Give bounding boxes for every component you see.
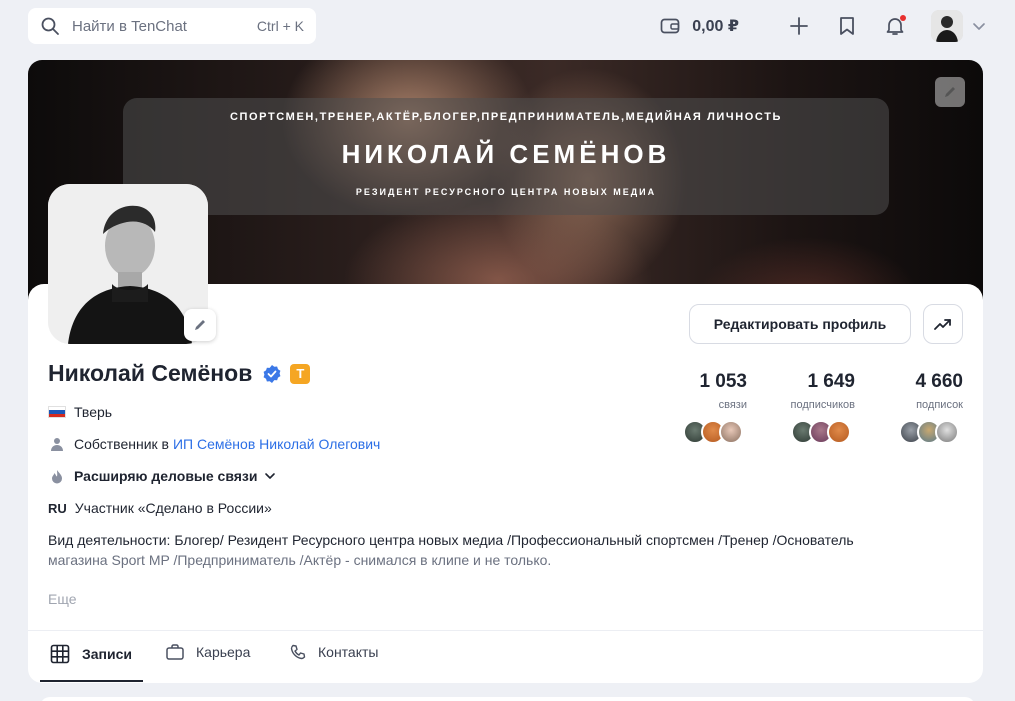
banner-name: НИКОЛАЙ СЕМЁНОВ	[341, 139, 671, 169]
stat-label: подписчиков	[790, 399, 855, 411]
stat-value: 1 649	[807, 371, 855, 392]
pencil-icon	[945, 87, 955, 97]
person-icon	[48, 437, 66, 451]
tab-label: Карьера	[196, 644, 251, 660]
search-shortcut: Ctrl + K	[256, 18, 304, 34]
avatar	[935, 420, 959, 444]
top-actions: 0,00 ₽	[660, 8, 987, 44]
chevron-down-icon[interactable]	[971, 18, 987, 34]
stat-following[interactable]: 4 660 подписок	[915, 371, 963, 411]
edit-avatar-button[interactable]	[184, 309, 216, 341]
description-main: Вид деятельности: Блогер/ Резидент Ресур…	[48, 532, 854, 548]
tenchat-badge: T	[290, 363, 311, 384]
notifications-button[interactable]	[883, 14, 907, 38]
russia-flag-icon	[48, 405, 66, 419]
avatar	[719, 420, 743, 444]
trending-up-icon	[934, 319, 951, 330]
city-row: Тверь	[48, 404, 112, 420]
bookmarks-button[interactable]	[835, 14, 859, 38]
ru-badge: RU	[48, 500, 67, 516]
cover-banner: СПОРТСМЕН,ТРЕНЕР,АКТЁР,БЛОГЕР,ПРЕДПРИНИМ…	[123, 98, 889, 215]
stat-label: связи	[718, 399, 747, 411]
role-label: Собственник в	[74, 436, 169, 452]
profile-name-row: Николай Семёнов T	[48, 360, 311, 387]
pencil-icon	[195, 320, 205, 330]
bookmark-icon	[840, 17, 854, 35]
tab-career[interactable]: Карьера	[166, 644, 250, 660]
stat-label: подписок	[916, 399, 963, 411]
stat-followers[interactable]: 1 649 подписчиков	[790, 371, 855, 411]
stats-button[interactable]	[923, 304, 963, 344]
user-avatar[interactable]	[931, 10, 963, 42]
profile-name: Николай Семёнов	[48, 360, 253, 386]
flame-icon	[48, 469, 66, 483]
search-icon	[41, 17, 59, 35]
search-input[interactable]: Найти в TenChat Ctrl + K	[28, 8, 316, 44]
wallet-amount: 0,00 ₽	[692, 18, 739, 35]
notification-dot	[900, 15, 906, 21]
tab-label: Записи	[82, 646, 133, 662]
followers-avatars[interactable]	[791, 420, 851, 444]
goal-row[interactable]: Расширяю деловые связи	[48, 468, 276, 484]
stat-value: 4 660	[915, 371, 963, 392]
role-row: Собственник в ИП Семёнов Николай Олегови…	[48, 436, 380, 452]
stat-value: 1 053	[699, 371, 747, 392]
content-area-edge	[40, 697, 975, 701]
description-fade: магазина Sport MP /Предприниматель /Актё…	[48, 552, 552, 568]
create-button[interactable]	[787, 14, 811, 38]
briefcase-icon	[166, 644, 184, 660]
tabs-divider	[28, 630, 983, 631]
active-tab-indicator	[40, 680, 143, 682]
following-avatars[interactable]	[899, 420, 959, 444]
search-placeholder: Найти в TenChat	[72, 17, 187, 35]
tab-posts[interactable]: Записи	[50, 644, 132, 664]
profile-description: Вид деятельности: Блогер/ Резидент Ресур…	[48, 530, 928, 570]
connections-avatars[interactable]	[683, 420, 743, 444]
chevron-down-icon	[264, 473, 275, 479]
wallet-icon	[660, 18, 680, 34]
participant-label: Участник «Сделано в России»	[74, 500, 272, 516]
participant-row: RU Участник «Сделано в России»	[48, 500, 272, 516]
avatar	[827, 420, 851, 444]
tab-label: Контакты	[318, 644, 379, 660]
wallet-button[interactable]: 0,00 ₽	[660, 16, 739, 36]
verified-icon	[263, 364, 281, 383]
banner-subline: РЕЗИДЕНТ РЕСУРСНОГО ЦЕНТРА НОВЫХ МЕДИА	[355, 187, 657, 197]
goal-label: Расширяю деловые связи	[74, 468, 258, 484]
show-more-link[interactable]: Еще	[48, 591, 77, 607]
banner-tagline: СПОРТСМЕН,ТРЕНЕР,АКТЁР,БЛОГЕР,ПРЕДПРИНИМ…	[229, 111, 783, 123]
grid-icon	[50, 644, 70, 664]
phone-icon	[290, 644, 306, 660]
city-label: Тверь	[74, 404, 113, 420]
tab-contacts[interactable]: Контакты	[290, 644, 378, 660]
stat-connections[interactable]: 1 053 связи	[699, 371, 747, 411]
company-link[interactable]: ИП Семёнов Николай Олегович	[173, 436, 380, 452]
plus-icon	[790, 17, 808, 35]
edit-profile-button[interactable]: Редактировать профиль	[689, 304, 911, 344]
edit-cover-button[interactable]	[935, 77, 965, 107]
